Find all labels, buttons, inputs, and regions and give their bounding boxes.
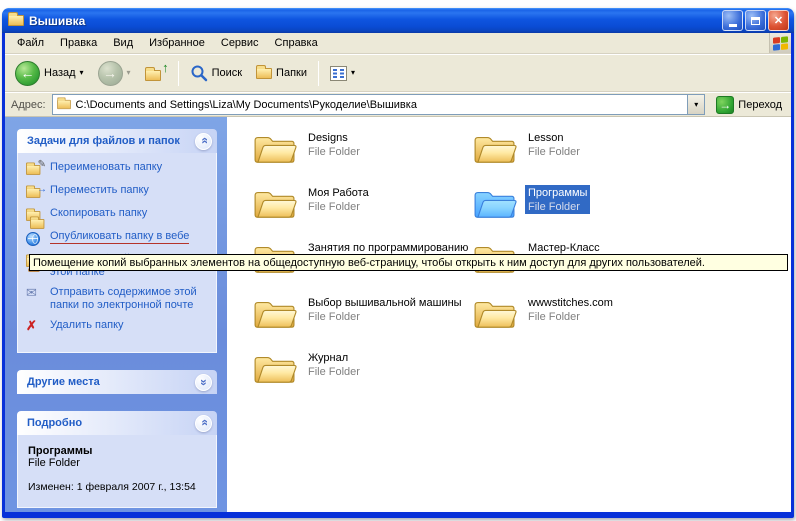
task-item-email[interactable]: ✉ Отправить содержимое этой папки по эле… bbox=[26, 286, 212, 312]
file-item-moya-rabota[interactable]: Моя РаботаFile Folder bbox=[253, 185, 468, 224]
minimize-button[interactable] bbox=[722, 10, 743, 31]
task-item-copy[interactable]: Скопировать папку bbox=[26, 207, 212, 223]
copy-icon bbox=[26, 207, 44, 223]
task-item-delete[interactable]: ✗ Удалить папку bbox=[26, 319, 212, 335]
views-icon bbox=[330, 66, 347, 81]
file-item-designs[interactable]: DesignsFile Folder bbox=[253, 130, 468, 169]
close-icon: ✕ bbox=[774, 14, 783, 27]
back-label: Назад bbox=[44, 67, 76, 79]
details-panel-header[interactable]: Подробно » bbox=[17, 411, 217, 435]
details-modified: Изменен: 1 февраля 2007 г., 13:54 bbox=[28, 481, 208, 493]
windows-logo bbox=[769, 33, 791, 53]
other-places-panel: Другие места » bbox=[17, 370, 217, 394]
address-label: Адрес: bbox=[11, 99, 46, 111]
search-label: Поиск bbox=[212, 67, 242, 79]
other-places-title: Другие места bbox=[27, 376, 100, 388]
menu-item-file[interactable]: Файл bbox=[9, 34, 52, 52]
back-dropdown-icon: ▾ bbox=[80, 69, 84, 77]
forward-button[interactable]: → ▾ bbox=[92, 58, 137, 89]
menu-item-edit[interactable]: Правка bbox=[52, 34, 105, 52]
title-bar[interactable]: Вышивка ✕ bbox=[2, 8, 794, 33]
details-panel-title: Подробно bbox=[27, 417, 82, 429]
up-folder-icon: ↑ bbox=[145, 64, 167, 82]
folder-icon bbox=[253, 130, 297, 169]
folder-icon bbox=[473, 295, 517, 334]
search-button[interactable]: Поиск bbox=[184, 61, 248, 85]
up-button[interactable]: ↑ bbox=[139, 61, 173, 85]
go-icon: → bbox=[716, 96, 734, 114]
task-item-publish[interactable]: Опубликовать папку в вебе bbox=[26, 230, 212, 246]
file-item-zhurnal[interactable]: ЖурналFile Folder bbox=[253, 350, 468, 389]
address-dropdown-button[interactable]: ▾ bbox=[687, 95, 704, 114]
menu-item-tools[interactable]: Сервис bbox=[213, 34, 267, 52]
details-type: File Folder bbox=[28, 457, 208, 469]
window-body: Файл Правка Вид Избранное Сервис Справка… bbox=[5, 33, 791, 512]
tasks-panel-header[interactable]: Задачи для файлов и папок » bbox=[17, 129, 217, 153]
content-area: Задачи для файлов и папок » ✎ Переименов… bbox=[5, 117, 791, 512]
address-input[interactable]: C:\Documents and Settings\Liza\My Docume… bbox=[52, 94, 706, 115]
maximize-button[interactable] bbox=[745, 10, 766, 31]
sidebar: Задачи для файлов и папок » ✎ Переименов… bbox=[5, 117, 227, 512]
minimize-icon bbox=[729, 24, 737, 27]
publish-web-icon bbox=[26, 230, 44, 246]
go-button[interactable]: → Переход bbox=[711, 96, 787, 114]
file-item-programmy-selected[interactable]: ПрограммыFile Folder bbox=[473, 185, 688, 224]
file-item-lesson[interactable]: LessonFile Folder bbox=[473, 130, 688, 169]
file-item-wwwstitches-com[interactable]: wwwstitches.comFile Folder bbox=[473, 295, 688, 334]
back-button[interactable]: ← Назад ▾ bbox=[9, 58, 90, 89]
rename-icon: ✎ bbox=[26, 161, 44, 177]
details-name: Программы bbox=[28, 445, 208, 457]
toolbar-separator bbox=[318, 61, 319, 86]
folders-button[interactable]: Папки bbox=[250, 64, 313, 82]
tasks-panel: Задачи для файлов и папок » ✎ Переименов… bbox=[17, 129, 217, 353]
chevron-down-icon[interactable]: » bbox=[195, 374, 212, 391]
folder-icon bbox=[473, 130, 517, 169]
toolbar-separator bbox=[178, 61, 179, 86]
explorer-window: Вышивка ✕ Файл Правка Вид Избранное Серв… bbox=[2, 8, 794, 518]
window-folder-icon bbox=[8, 15, 24, 26]
delete-icon: ✗ bbox=[26, 319, 44, 335]
email-icon: ✉ bbox=[26, 286, 44, 302]
menu-bar: Файл Правка Вид Избранное Сервис Справка bbox=[5, 33, 791, 54]
window-title: Вышивка bbox=[29, 14, 715, 28]
details-panel-body: Программы File Folder Изменен: 1 февраля… bbox=[17, 435, 217, 508]
maximize-icon bbox=[751, 17, 760, 25]
folder-icon-selected bbox=[473, 185, 517, 224]
tooltip: Помещение копий выбранных элементов на о… bbox=[29, 254, 788, 271]
forward-icon: → bbox=[98, 61, 123, 86]
close-button[interactable]: ✕ bbox=[768, 10, 789, 31]
chevron-up-icon[interactable]: » bbox=[195, 133, 212, 150]
go-label: Переход bbox=[738, 99, 782, 111]
other-places-panel-header[interactable]: Другие места » bbox=[17, 370, 217, 394]
folder-icon bbox=[253, 350, 297, 389]
menu-item-help[interactable]: Справка bbox=[267, 34, 326, 52]
details-panel: Подробно » Программы File Folder Изменен… bbox=[17, 411, 217, 508]
move-icon: → bbox=[26, 184, 44, 200]
toolbar: ← Назад ▾ → ▾ ↑ Поиск bbox=[5, 54, 791, 92]
folder-icon bbox=[253, 185, 297, 224]
task-item-move[interactable]: → Переместить папку bbox=[26, 184, 212, 200]
chevron-up-icon[interactable]: » bbox=[195, 415, 212, 432]
folder-icon bbox=[253, 295, 297, 334]
folders-icon bbox=[256, 68, 272, 79]
folders-label: Папки bbox=[276, 67, 307, 79]
task-item-rename[interactable]: ✎ Переименовать папку bbox=[26, 161, 212, 177]
file-item-vybor-vyshivalnoy-mashiny[interactable]: Выбор вышивальной машиныFile Folder bbox=[253, 295, 468, 334]
file-list-pane: DesignsFile Folder LessonFile Folder Моя… bbox=[227, 117, 791, 512]
address-folder-icon bbox=[57, 100, 71, 109]
tasks-panel-title: Задачи для файлов и папок bbox=[27, 135, 180, 147]
search-icon bbox=[190, 64, 208, 82]
menu-item-view[interactable]: Вид bbox=[105, 34, 141, 52]
views-dropdown-icon: ▾ bbox=[351, 69, 355, 77]
address-text: C:\Documents and Settings\Liza\My Docume… bbox=[76, 99, 684, 111]
views-button[interactable]: ▾ bbox=[324, 63, 361, 84]
tasks-panel-body: ✎ Переименовать папку → Переместить папк… bbox=[17, 153, 217, 353]
menu-item-favorites[interactable]: Избранное bbox=[141, 34, 213, 52]
back-icon: ← bbox=[15, 61, 40, 86]
address-bar: Адрес: C:\Documents and Settings\Liza\My… bbox=[5, 92, 791, 117]
forward-dropdown-icon: ▾ bbox=[127, 69, 131, 77]
